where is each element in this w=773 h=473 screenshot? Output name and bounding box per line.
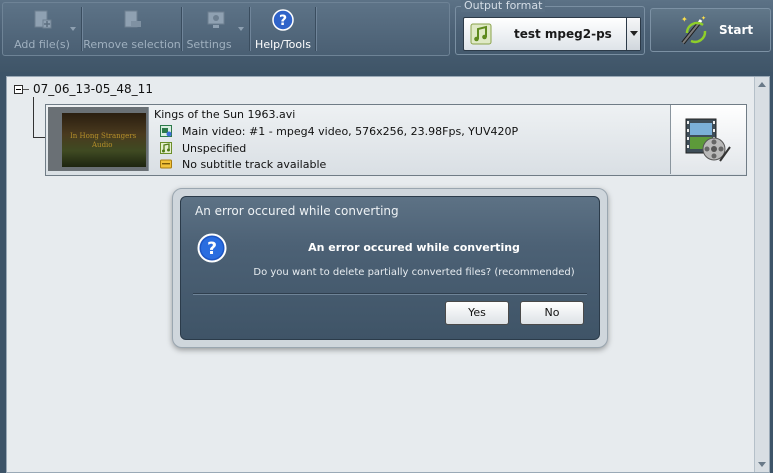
subtitle-track-text: No subtitle track available (182, 158, 327, 171)
video-thumbnail: In Hong Strangers Audio (48, 107, 149, 171)
tree-connector (23, 89, 29, 90)
add-files-icon (34, 10, 52, 29)
output-format-title: Output format (461, 0, 546, 12)
settings-label: Settings (186, 38, 232, 51)
remove-selection-button[interactable]: Remove selection (83, 3, 181, 55)
vertical-scrollbar[interactable] (754, 77, 769, 472)
start-label: Start (719, 23, 754, 37)
add-files-label: Add file(s) (14, 38, 70, 51)
film-reel-icon (685, 118, 731, 162)
file-item[interactable]: In Hong Strangers Audio Kings of the Sun… (45, 104, 747, 176)
magic-wand-icon: ✦ ✦ (681, 15, 707, 45)
folder-label[interactable]: 07_06_13-05_48_11 (33, 82, 153, 96)
edit-video-button[interactable] (670, 105, 746, 174)
tree-connector (33, 97, 34, 137)
thumbnail-caption: In Hong Strangers (70, 132, 137, 140)
remove-selection-icon (124, 10, 141, 28)
dialog-heading: An error occured while converting (308, 241, 520, 254)
video-track-text: Main video: #1 - mpeg4 video, 576x256, 2… (182, 125, 519, 138)
thumbnail-image: In Hong Strangers Audio (62, 113, 146, 167)
error-dialog: An error occured while converting ? An e… (180, 196, 600, 340)
remove-selection-label: Remove selection (83, 38, 181, 51)
dialog-divider (193, 293, 587, 295)
output-format-select[interactable]: test mpeg2-ps (463, 17, 641, 51)
svg-text:?: ? (279, 13, 287, 29)
video-info-icon (160, 125, 172, 137)
no-button[interactable]: No (520, 301, 584, 325)
toolbar-button-group: Add file(s) Remove selection Settings ? (2, 2, 450, 56)
toolbar-divider (315, 7, 317, 51)
dialog-title: An error occured while converting (195, 204, 399, 218)
scroll-up-arrow[interactable] (758, 82, 766, 87)
tree-collapse-toggle[interactable] (14, 85, 23, 94)
music-note-icon (470, 23, 492, 45)
file-details: Kings of the Sun 1963.avi Main video: #1… (151, 105, 666, 175)
settings-button[interactable]: Settings (183, 3, 249, 55)
file-name: Kings of the Sun 1963.avi (154, 108, 296, 121)
audio-icon (160, 142, 172, 154)
audio-track-text: Unspecified (182, 142, 247, 155)
output-format-value: test mpeg2-ps (514, 27, 612, 41)
help-icon: ? (272, 9, 294, 31)
thumbnail-subcaption: Audio (92, 141, 113, 149)
chevron-down-icon[interactable] (626, 18, 640, 50)
help-tools-button[interactable]: ? Help/Tools (251, 3, 315, 55)
settings-dropdown-arrow[interactable] (238, 27, 244, 31)
dialog-message: Do you want to delete partially converte… (253, 267, 575, 278)
start-button[interactable]: ✦ ✦ Start (650, 8, 771, 52)
help-tools-label: Help/Tools (255, 38, 311, 51)
svg-text:✦: ✦ (701, 15, 706, 22)
svg-text:✦: ✦ (681, 15, 688, 24)
scroll-down-arrow[interactable] (758, 462, 766, 467)
tree-connector (33, 137, 45, 138)
add-files-button[interactable]: Add file(s) (3, 3, 81, 55)
yes-button[interactable]: Yes (445, 301, 509, 325)
subtitle-icon (160, 159, 172, 169)
settings-icon (207, 11, 225, 28)
toolbar: Add file(s) Remove selection Settings ? (0, 0, 773, 72)
add-files-dropdown-arrow[interactable] (70, 27, 76, 31)
